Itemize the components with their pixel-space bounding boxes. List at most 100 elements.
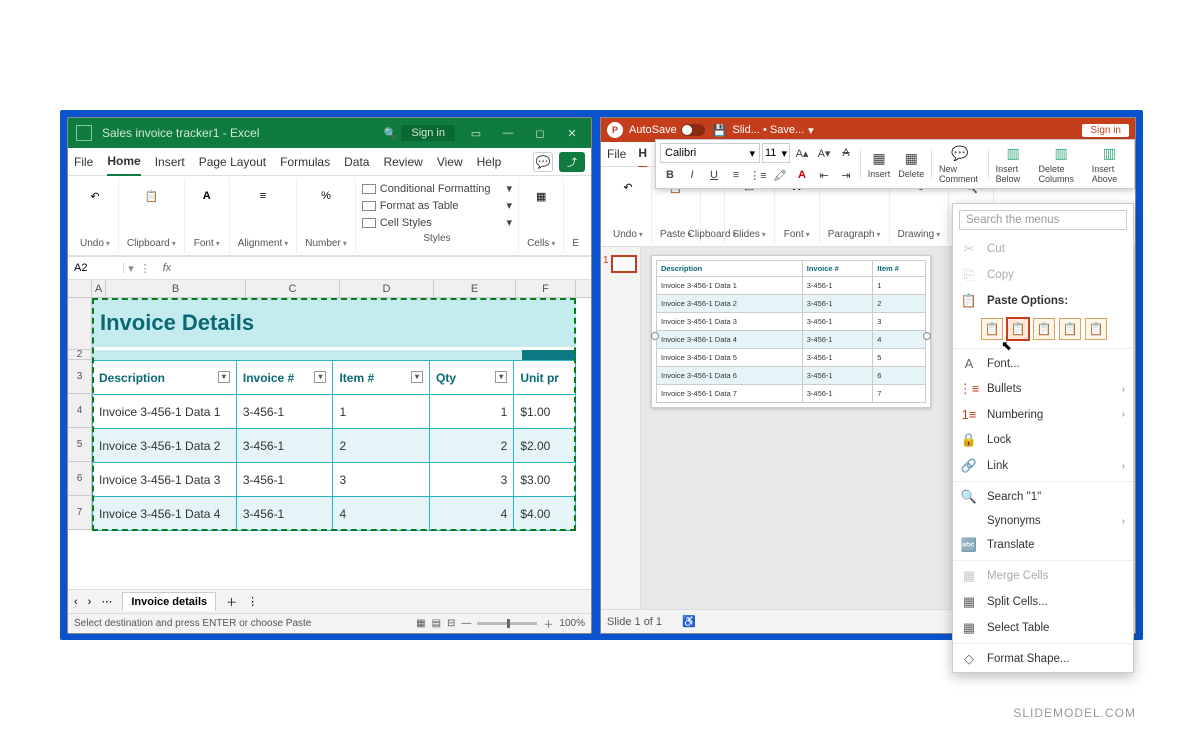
slide-thumbnail-1[interactable]: 1 [601, 253, 640, 275]
font-color-icon[interactable]: A [792, 165, 812, 185]
font-size-selector[interactable]: 11▾ [762, 143, 790, 163]
cell-styles-button[interactable]: Cell Styles▾ [362, 214, 512, 231]
shrink-font-icon[interactable]: A▾ [814, 143, 834, 163]
accessibility-icon[interactable]: ♿ [682, 615, 696, 628]
clear-format-icon[interactable]: A [836, 143, 856, 163]
name-box-dropdown[interactable]: ▾ [124, 262, 138, 275]
menu-synonyms[interactable]: Synonyms› [953, 510, 1133, 532]
col-header[interactable]: F [516, 280, 576, 297]
zoom-in-icon[interactable]: ＋ [543, 616, 553, 631]
close-icon[interactable]: ✕ [561, 122, 583, 144]
view-break-icon[interactable]: ⊟ [447, 618, 455, 629]
underline-icon[interactable]: U [704, 165, 724, 185]
ribbon-undo[interactable]: ↶ Undo [72, 178, 119, 253]
autosave-toggle[interactable]: AutoSave [629, 124, 705, 136]
ribbon-undo[interactable]: ↶ Undo [605, 169, 652, 244]
filter-dropdown-icon[interactable]: ▾ [314, 371, 326, 383]
view-normal-icon[interactable]: ▦ [416, 618, 425, 629]
menu-link[interactable]: 🔗Link› [953, 453, 1133, 479]
tab-review[interactable]: Review [383, 149, 422, 175]
row-header[interactable]: 6 [68, 462, 92, 496]
tab-view[interactable]: View [437, 149, 463, 175]
menu-lock[interactable]: 🔒Lock [953, 427, 1133, 453]
tab-insert[interactable]: Insert [155, 149, 185, 175]
highlight-icon[interactable]: 🖍 [770, 165, 790, 185]
menu-translate[interactable]: 🔤Translate [953, 532, 1133, 558]
filter-dropdown-icon[interactable]: ▾ [218, 371, 230, 383]
ribbon-clipboard[interactable]: 📋 Clipboard [119, 178, 185, 253]
signin-button[interactable]: Sign in [1082, 124, 1129, 137]
ribbon-alignment[interactable]: ≡ Alignment [230, 178, 297, 253]
share-button[interactable]: ⤴ [559, 152, 585, 172]
sheet-tab-invoice-details[interactable]: Invoice details [122, 592, 216, 611]
bullets-icon[interactable]: ⋮≡ [748, 165, 768, 185]
format-as-table-button[interactable]: Format as Table▾ [362, 197, 512, 214]
sheet-body[interactable]: 2 3 4 5 6 7 Invoice Details Description▾ [68, 298, 591, 589]
tab-help[interactable]: Help [477, 149, 502, 175]
outdent-icon[interactable]: ⇥ [836, 165, 856, 185]
view-layout-icon[interactable]: ▤ [432, 618, 441, 629]
filter-dropdown-icon[interactable]: ▾ [411, 371, 423, 383]
font-selector[interactable]: Calibri▾ [660, 143, 760, 163]
ribbon-cells[interactable]: ▦ Cells [519, 178, 564, 253]
next-sheet-icon[interactable]: › [88, 596, 92, 608]
invoice-table[interactable]: Description▾ Invoice #▾ Item #▾ Qty▾ Uni… [92, 360, 576, 531]
menu-numbering[interactable]: 1≡Numbering› [953, 402, 1133, 427]
doc-title[interactable]: Slid... • Save... [732, 124, 804, 136]
add-sheet-icon[interactable]: ＋ [226, 594, 237, 610]
tab-file[interactable]: File [74, 149, 93, 175]
grow-font-icon[interactable]: A▴ [792, 143, 812, 163]
ribbon-options-icon[interactable]: ▭ [465, 122, 487, 144]
row-header[interactable]: 3 [68, 360, 92, 394]
pasted-table[interactable]: DescriptionInvoice #Item # Invoice 3-456… [656, 260, 926, 403]
col-header[interactable]: C [246, 280, 340, 297]
copied-selection[interactable]: Invoice Details Description▾ Invoice #▾ … [92, 298, 576, 531]
tab-home[interactable]: Home [107, 148, 140, 176]
menu-font[interactable]: AFont... [953, 351, 1133, 376]
ribbon-editing[interactable]: E [564, 178, 587, 253]
delete-columns-button[interactable]: ▥Delete Columns [1036, 145, 1087, 184]
col-header[interactable]: A [92, 280, 106, 297]
paste-text-only-icon[interactable]: 📋 [1085, 318, 1107, 340]
ribbon-font[interactable]: A Font [185, 178, 230, 253]
col-header[interactable]: B [106, 280, 246, 297]
filter-dropdown-icon[interactable]: ▾ [495, 371, 507, 383]
menu-format-shape[interactable]: ◇Format Shape... [953, 646, 1133, 672]
maximize-icon[interactable]: ◻ [529, 122, 551, 144]
slide-1[interactable]: DescriptionInvoice #Item # Invoice 3-456… [651, 255, 931, 408]
zoom-out-icon[interactable]: — [461, 618, 471, 629]
conditional-formatting-button[interactable]: Conditional Formatting▾ [362, 180, 512, 197]
row-header[interactable]: 5 [68, 428, 92, 462]
indent-icon[interactable]: ⇤ [814, 165, 834, 185]
row-header[interactable]: 7 [68, 496, 92, 530]
paste-dest-theme-icon[interactable]: 📋 [981, 318, 1003, 340]
col-header[interactable]: D [340, 280, 434, 297]
new-comment-button[interactable]: 💬New Comment [936, 145, 984, 184]
tab-home[interactable]: H [638, 140, 647, 168]
insert-button[interactable]: ▦Insert [865, 150, 894, 179]
menu-select-table[interactable]: ▦Select Table [953, 615, 1133, 641]
comments-icon[interactable]: 💬 [533, 152, 553, 172]
delete-button[interactable]: ▦Delete [895, 150, 927, 179]
minimize-icon[interactable]: — [497, 122, 519, 144]
insert-above-button[interactable]: ▥Insert Above [1089, 145, 1130, 184]
menu-bullets[interactable]: ⋮≡Bullets› [953, 376, 1133, 402]
tab-file[interactable]: File [607, 141, 626, 167]
bold-icon[interactable]: B [660, 165, 680, 185]
insert-below-button[interactable]: ▥Insert Below [993, 145, 1034, 184]
zoom-level[interactable]: 100% [559, 618, 585, 629]
align-icon[interactable]: ≡ [726, 165, 746, 185]
menu-search-selection[interactable]: 🔍Search "1" [953, 484, 1133, 510]
prev-sheet-icon[interactable]: ‹ [74, 596, 78, 608]
fx-label[interactable]: fx [152, 262, 182, 274]
invoice-title-cell[interactable]: Invoice Details [92, 298, 576, 350]
tab-page-layout[interactable]: Page Layout [199, 149, 266, 175]
name-box[interactable]: A2 [68, 262, 124, 274]
signin-button[interactable]: Sign in [401, 125, 455, 141]
tab-formulas[interactable]: Formulas [280, 149, 330, 175]
paste-picture-icon[interactable]: 📋 [1059, 318, 1081, 340]
italic-icon[interactable]: I [682, 165, 702, 185]
zoom-slider[interactable] [477, 622, 537, 625]
paste-keep-source-icon[interactable]: 📋 [1007, 318, 1029, 340]
menu-search-input[interactable]: Search the menus [959, 210, 1127, 230]
